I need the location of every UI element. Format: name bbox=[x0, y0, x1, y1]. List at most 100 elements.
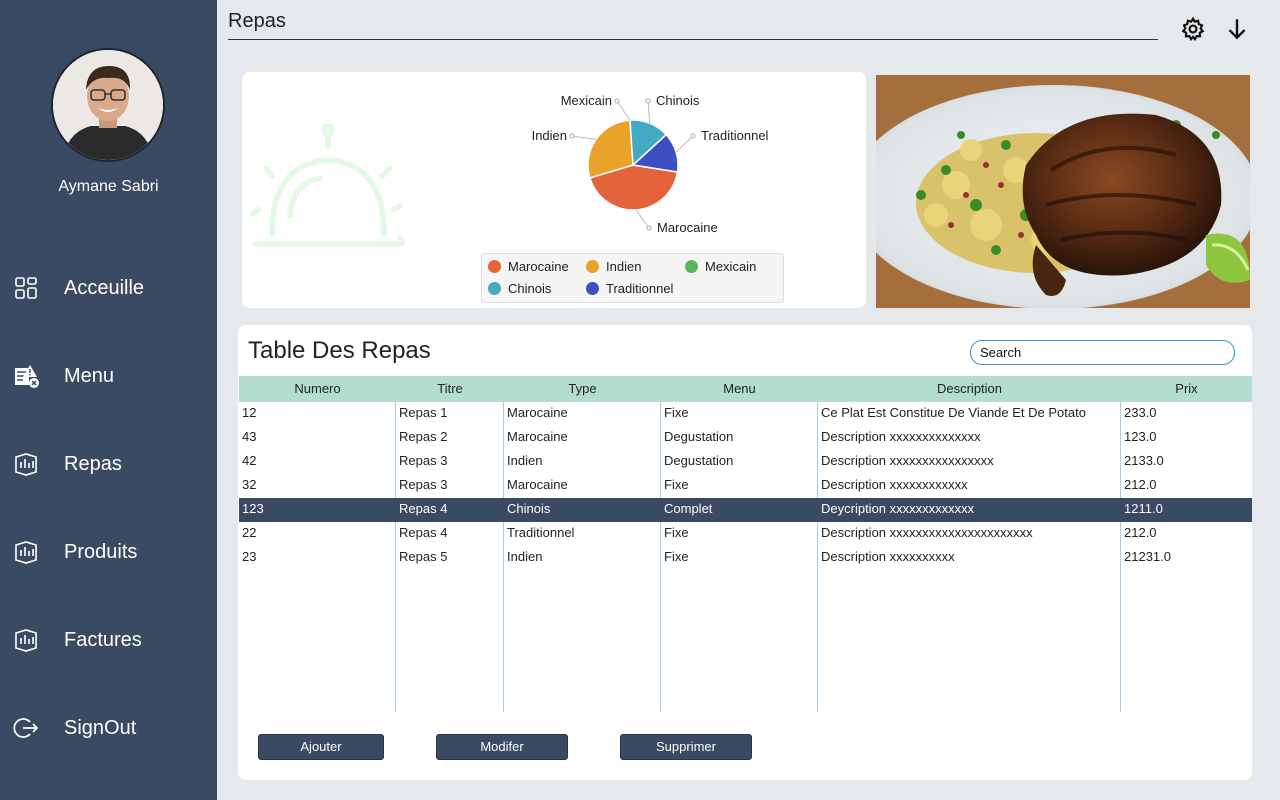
search-input[interactable] bbox=[970, 340, 1235, 365]
table-row[interactable]: 23 Repas 5 Indien Fixe Description xxxxxxxxx… bbox=[239, 546, 1252, 570]
table-row[interactable]: 12 Repas 1 Marocaine Fixe Ce Plat Est Consti… bbox=[239, 402, 1252, 426]
cell-prix: 1211.0 bbox=[1124, 501, 1163, 516]
cell-description: Description xxxxxxxxxxxx bbox=[821, 477, 968, 492]
nav-label: SignOut bbox=[64, 716, 137, 739]
cell-prix: 123.0 bbox=[1124, 429, 1157, 444]
pie-label: Traditionnel bbox=[701, 128, 769, 143]
table-title: Table Des Repas bbox=[248, 337, 431, 364]
table-card: Table Des Repas Numero Titre Type Menu D… bbox=[238, 325, 1252, 780]
cell-titre: Repas 3 bbox=[399, 477, 448, 492]
cell-type: Indien bbox=[507, 453, 543, 468]
cell-type: Traditionnel bbox=[507, 525, 575, 540]
legend-swatch bbox=[488, 260, 501, 273]
cell-numero: 22 bbox=[242, 525, 257, 540]
cell-menu: Fixe bbox=[664, 549, 689, 564]
legend-swatch bbox=[488, 282, 501, 295]
chart-card: Marocaine Indien Mexicain Chinois Traditionn… bbox=[242, 72, 866, 308]
nav-item-acceuille[interactable]: Acceuille bbox=[0, 266, 217, 310]
cell-menu: Complet bbox=[664, 501, 713, 516]
cell-description: Ce Plat Est Constitue De Viande Et De Po… bbox=[821, 405, 1086, 420]
grid-icon bbox=[15, 277, 37, 299]
pie-chart: Marocaine Indien Mexicain Chinois Traditionn… bbox=[532, 93, 769, 235]
cell-menu: Fixe bbox=[664, 405, 689, 420]
arrow-down-icon[interactable] bbox=[1224, 16, 1250, 42]
column-header-type[interactable]: Type bbox=[504, 376, 661, 402]
column-header-numero[interactable]: Numero bbox=[239, 376, 396, 402]
table-row[interactable]: 42 Repas 3 Indien Degustation Description xx… bbox=[239, 450, 1252, 474]
pie-leader-line bbox=[571, 135, 597, 140]
user-name: Aymane Sabri bbox=[58, 178, 159, 195]
legend-swatch bbox=[586, 260, 599, 273]
pie-leader-dot bbox=[646, 225, 652, 231]
cell-type: Indien bbox=[507, 549, 543, 564]
legend-label: Traditionnel bbox=[606, 281, 674, 296]
cell-numero: 12 bbox=[242, 405, 257, 420]
nav-label: Factures bbox=[64, 628, 142, 651]
cell-description: Description xxxxxxxxxx bbox=[821, 549, 955, 564]
meal-icon bbox=[15, 453, 37, 476]
nav-label: Produits bbox=[64, 540, 138, 563]
nav-item-repas[interactable]: Repas bbox=[0, 442, 217, 486]
legend-swatch bbox=[586, 282, 599, 295]
avatar bbox=[51, 48, 165, 162]
nav-label: Menu bbox=[64, 364, 115, 387]
cell-titre: Repas 2 bbox=[399, 429, 448, 444]
column-header-titre[interactable]: Titre bbox=[396, 376, 504, 402]
cell-menu: Fixe bbox=[664, 525, 689, 540]
cell-description: Description xxxxxxxxxxxxxxxxxxxxxx bbox=[821, 525, 1033, 540]
column-header-menu[interactable]: Menu bbox=[661, 376, 818, 402]
gear-icon[interactable] bbox=[1180, 16, 1206, 42]
legend-label: Mexicain bbox=[705, 259, 757, 274]
legend-item: Chinois bbox=[488, 281, 551, 296]
pie-leader-dot bbox=[569, 133, 575, 139]
cell-prix: 212.0 bbox=[1124, 525, 1157, 540]
chart-legend: Marocaine Indien Mexicain Chinois Traditionn… bbox=[481, 253, 784, 303]
cell-type: Marocaine bbox=[507, 429, 568, 444]
nav-item-produits[interactable]: Produits bbox=[0, 530, 217, 574]
nav-item-factures[interactable]: Factures bbox=[0, 618, 217, 662]
column-header-description[interactable]: Description bbox=[818, 376, 1121, 402]
invoice-icon bbox=[15, 629, 37, 652]
column-header-prix[interactable]: Prix bbox=[1121, 376, 1252, 402]
meals-table: Numero Titre Type Menu Description Prix … bbox=[239, 376, 1252, 712]
cell-numero: 43 bbox=[242, 429, 257, 444]
table-row[interactable]: 32 Repas 3 Marocaine Fixe Description xxxxxx… bbox=[239, 474, 1252, 498]
pie-label: Indien bbox=[532, 128, 567, 143]
legend-swatch bbox=[685, 260, 698, 273]
nav-label: Repas bbox=[64, 452, 122, 475]
add-button[interactable]: Ajouter bbox=[258, 734, 384, 760]
cell-numero: 123 bbox=[242, 501, 264, 516]
table-row[interactable]: 22 Repas 4 Traditionnel Fixe Description xxx… bbox=[239, 522, 1252, 546]
products-icon bbox=[15, 541, 37, 564]
cell-menu: Degustation bbox=[664, 453, 734, 468]
delete-button[interactable]: Supprimer bbox=[620, 734, 752, 760]
cell-prix: 212.0 bbox=[1124, 477, 1157, 492]
pie-leader-line bbox=[647, 100, 651, 124]
legend-label: Chinois bbox=[508, 281, 552, 296]
nav-label: Acceuille bbox=[64, 276, 145, 299]
nav-item-menu[interactable]: Menu bbox=[0, 354, 217, 398]
table-row[interactable]: 43 Repas 2 Marocaine Degustation Description… bbox=[239, 426, 1252, 450]
cell-titre: Repas 1 bbox=[399, 405, 448, 420]
food-photo bbox=[876, 75, 1250, 308]
pie-leader-dot bbox=[690, 133, 696, 139]
cell-titre: Repas 4 bbox=[399, 525, 448, 540]
edit-button[interactable]: Modifer bbox=[436, 734, 568, 760]
legend-item: Traditionnel bbox=[586, 281, 673, 296]
cell-menu: Fixe bbox=[664, 477, 689, 492]
legend-label: Marocaine bbox=[508, 259, 569, 274]
signout-icon bbox=[13, 718, 39, 738]
page-title: Repas bbox=[228, 10, 286, 32]
pie-leader-line bbox=[616, 100, 631, 121]
legend-item: Mexicain bbox=[685, 259, 756, 274]
table-header: Numero Titre Type Menu Description Prix bbox=[239, 376, 1252, 402]
cell-type: Marocaine bbox=[507, 477, 568, 492]
menu-warning-icon bbox=[15, 365, 39, 388]
cell-prix: 233.0 bbox=[1124, 405, 1157, 420]
table-row[interactable]: 123 Repas 4 Chinois Complet Deycription xxxx… bbox=[239, 498, 1252, 522]
cell-numero: 32 bbox=[242, 477, 257, 492]
nav-item-signout[interactable]: SignOut bbox=[0, 706, 217, 750]
cell-description: Description xxxxxxxxxxxxxx bbox=[821, 429, 981, 444]
pie-leader-line bbox=[675, 135, 694, 153]
legend-item: Indien bbox=[586, 259, 641, 274]
